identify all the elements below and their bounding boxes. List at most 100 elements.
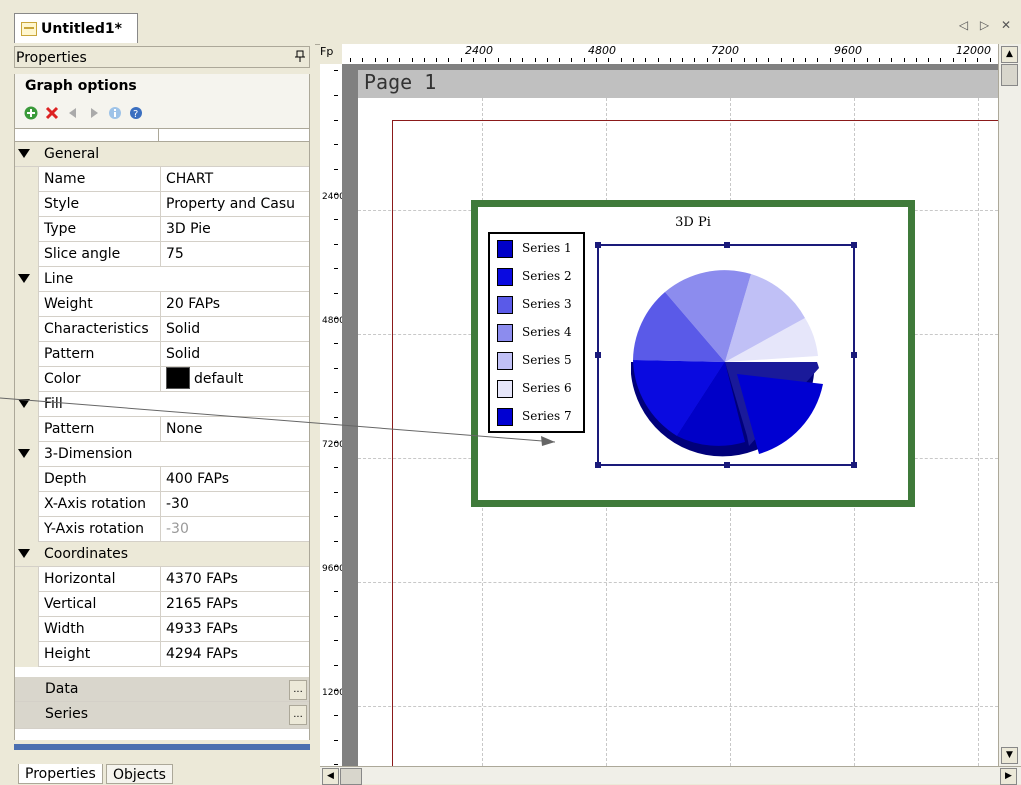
tab-nav-controls[interactable]: ◁ ▷ ✕: [959, 18, 1015, 32]
ruler-corner: Fp: [320, 44, 342, 64]
resize-handle[interactable]: [595, 352, 601, 358]
ruler-tick: [965, 58, 966, 62]
category-coordinates[interactable]: Coordinates: [15, 542, 309, 567]
prop-row-vertical[interactable]: Vertical 2165 FAPs: [15, 592, 309, 617]
ruler-tick: [334, 492, 338, 493]
scroll-thumb[interactable]: [340, 768, 362, 785]
delete-icon[interactable]: [45, 106, 59, 120]
collapse-icon[interactable]: [18, 549, 30, 558]
ruler-tick: [334, 144, 338, 145]
ruler-tick: [867, 58, 868, 62]
ruler-tick: [334, 467, 338, 468]
vertical-scrollbar[interactable]: ▲ ▼: [998, 44, 1021, 766]
scroll-thumb[interactable]: [1001, 64, 1018, 86]
chart-object[interactable]: 3D Pi Series 1 Series 2 Series 3 Series …: [471, 200, 915, 507]
category-line[interactable]: Line: [15, 267, 309, 292]
prop-row-depth[interactable]: Depth 400 FAPs: [15, 467, 309, 492]
prop-row-type[interactable]: Type 3D Pie: [15, 217, 309, 242]
prop-value-type[interactable]: 3D Pie: [166, 217, 309, 241]
move-right-icon[interactable]: [87, 106, 101, 120]
ruler-tick: [334, 120, 338, 121]
series-row[interactable]: Series ...: [15, 702, 309, 729]
prop-row-weight[interactable]: Weight 20 FAPs: [15, 292, 309, 317]
legend-swatch: [497, 240, 513, 258]
pin-icon[interactable]: [295, 47, 305, 69]
ruler-tick: [633, 58, 634, 62]
resize-handle[interactable]: [724, 242, 730, 248]
prop-value-vertical[interactable]: 2165 FAPs: [166, 592, 309, 616]
help-icon[interactable]: ?: [129, 106, 143, 120]
prop-value-horizontal[interactable]: 4370 FAPs: [166, 567, 309, 591]
prop-value-weight[interactable]: 20 FAPs: [166, 292, 309, 316]
ruler-tick: [473, 58, 474, 62]
prop-row-style[interactable]: Style Property and Casu: [15, 192, 309, 217]
prop-value-style[interactable]: Property and Casu: [166, 192, 309, 216]
ruler-tick: [387, 58, 388, 62]
collapse-icon[interactable]: [18, 274, 30, 283]
scroll-up-button[interactable]: ▲: [1001, 46, 1018, 63]
graph-options-header: Graph options: [14, 74, 310, 98]
ruler-tick: [731, 58, 732, 62]
tab-objects[interactable]: Objects: [106, 764, 173, 784]
page-header: Page 1: [342, 64, 998, 98]
category-general[interactable]: General: [15, 142, 309, 167]
legend-swatch: [497, 268, 513, 286]
resize-handle[interactable]: [851, 242, 857, 248]
ruler-tick: [768, 58, 769, 62]
properties-title-bar: Properties: [14, 46, 310, 68]
prop-value-height[interactable]: 4294 FAPs: [166, 642, 309, 666]
prop-value-width[interactable]: 4933 FAPs: [166, 617, 309, 641]
ruler-tick: [719, 58, 720, 62]
resize-handle[interactable]: [851, 352, 857, 358]
plot-area-selection[interactable]: [595, 242, 857, 468]
ruler-tick: [916, 58, 917, 62]
ruler-tick: [756, 58, 757, 62]
document-tab[interactable]: Untitled1*: [14, 13, 138, 43]
ruler-tick: [596, 58, 597, 62]
prop-value-depth[interactable]: 400 FAPs: [166, 467, 309, 491]
ruler-tick: [891, 58, 892, 62]
resize-handle[interactable]: [595, 242, 601, 248]
prop-row-name[interactable]: Name CHART: [15, 167, 309, 192]
ruler-tick: [334, 95, 338, 96]
move-left-icon[interactable]: [66, 106, 80, 120]
prop-row-y-rotation[interactable]: Y-Axis rotation -30: [15, 517, 309, 542]
tab-properties[interactable]: Properties: [18, 764, 103, 784]
resize-handle[interactable]: [724, 462, 730, 468]
scroll-right-button[interactable]: ▶: [1000, 768, 1017, 785]
ruler-label: 4800: [322, 316, 343, 326]
properties-title: Properties: [16, 50, 87, 66]
prop-value-slice-angle[interactable]: 75: [166, 242, 309, 266]
series-ellipsis-button[interactable]: ...: [289, 705, 307, 725]
ruler-tick: [547, 58, 548, 62]
scroll-left-button[interactable]: ◀: [322, 768, 339, 785]
ruler-label: 4800: [588, 44, 616, 57]
resize-handle[interactable]: [595, 462, 601, 468]
prop-row-horizontal[interactable]: Horizontal 4370 FAPs: [15, 567, 309, 592]
scroll-down-button[interactable]: ▼: [1001, 747, 1018, 764]
collapse-icon[interactable]: [18, 149, 30, 158]
ruler-tick: [817, 58, 818, 62]
ruler-tick: [334, 764, 338, 765]
prop-value-name[interactable]: CHART: [166, 167, 309, 191]
ruler-tick: [436, 58, 437, 62]
ruler-tick: [793, 58, 794, 62]
info-icon[interactable]: [108, 106, 122, 120]
data-row[interactable]: Data ...: [15, 677, 309, 702]
prop-row-x-rotation[interactable]: X-Axis rotation -30: [15, 492, 309, 517]
add-icon[interactable]: [24, 106, 38, 120]
prop-value-characteristics[interactable]: Solid: [166, 317, 309, 341]
ruler-tick: [334, 244, 338, 245]
ruler-tick: [334, 169, 338, 170]
horizontal-scrollbar[interactable]: ◀ ▶: [320, 766, 1021, 785]
prop-row-slice-angle[interactable]: Slice angle 75: [15, 242, 309, 267]
ruler-tick: [412, 58, 413, 62]
prop-row-height[interactable]: Height 4294 FAPs: [15, 642, 309, 667]
ruler-tick: [334, 293, 338, 294]
data-ellipsis-button[interactable]: ...: [289, 680, 307, 700]
prop-row-width[interactable]: Width 4933 FAPs: [15, 617, 309, 642]
prop-row-characteristics[interactable]: Characteristics Solid: [15, 317, 309, 342]
prop-value-x-rotation[interactable]: -30: [166, 492, 309, 516]
ruler-tick: [522, 58, 523, 62]
resize-handle[interactable]: [851, 462, 857, 468]
